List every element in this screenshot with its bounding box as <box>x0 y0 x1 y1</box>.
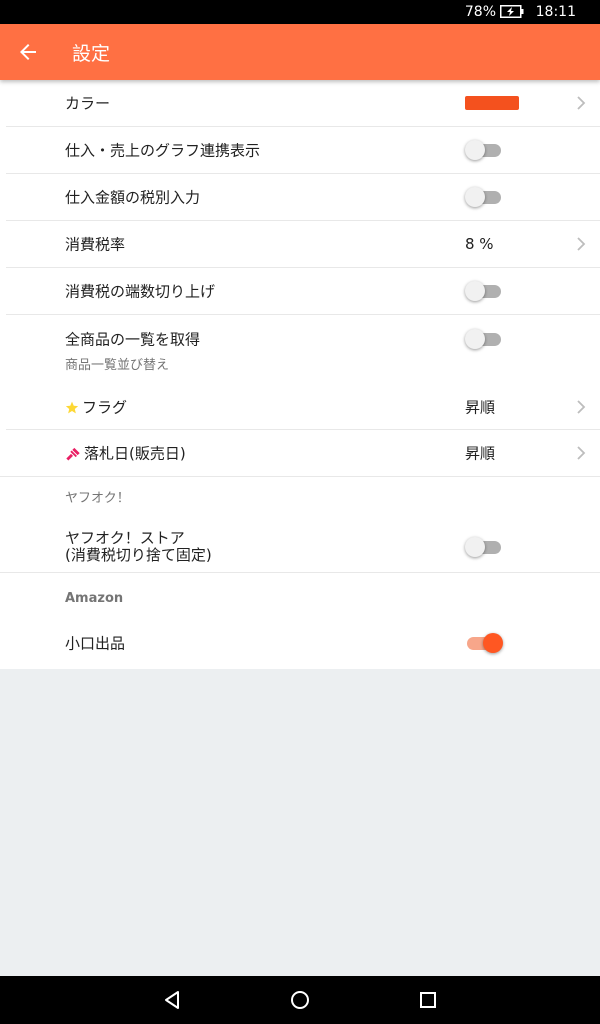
chevron-right-icon <box>577 237 586 251</box>
setting-tax-rate-label: 消費税率 <box>65 235 126 254</box>
setting-color[interactable]: カラー <box>6 80 600 127</box>
nav-home-icon[interactable] <box>288 988 312 1012</box>
status-bar: 78% 18:11 <box>0 0 600 24</box>
sort-flag[interactable]: フラグ 昇順 <box>6 384 600 430</box>
tax-rate-value: 8 % <box>465 235 494 253</box>
setting-all-products[interactable]: 全商品の一覧を取得 <box>6 315 600 362</box>
arrow-back-icon <box>20 44 36 60</box>
navigation-bar <box>0 976 600 1024</box>
chevron-right-icon <box>577 96 586 110</box>
yahoo-store-label-line1: ヤフオク！ストア <box>65 528 185 547</box>
amazon-small-lot-label: 小口出品 <box>65 634 126 653</box>
setting-tax-excluded[interactable]: 仕入金額の税別入力 <box>6 174 600 221</box>
sort-flag-value: 昇順 <box>465 398 496 416</box>
battery-charging-icon <box>500 5 524 18</box>
nav-recents-icon[interactable] <box>416 988 440 1012</box>
settings-list: カラー 仕入・売上のグラフ連携表示 仕入金額の税別入力 消費税率 8 % 消費税… <box>0 80 600 669</box>
color-swatch <box>465 96 519 110</box>
setting-graph-link[interactable]: 仕入・売上のグラフ連携表示 <box>6 127 600 174</box>
section-header-amazon: Amazon <box>65 591 124 606</box>
amazon-small-lot[interactable]: 小口出品 <box>0 617 600 669</box>
chevron-right-icon <box>577 446 586 460</box>
setting-graph-link-label: 仕入・売上のグラフ連携表示 <box>65 141 261 160</box>
sort-flag-text: フラグ <box>82 398 128 416</box>
star-icon <box>65 401 79 414</box>
status-time: 18:11 <box>535 4 576 20</box>
app-bar: 設定 <box>0 24 600 80</box>
yahoo-store-label-line2: (消費税切り捨て固定) <box>65 545 212 564</box>
back-button[interactable] <box>8 32 48 72</box>
screen: 78% 18:11 設定 カラー 仕入・売上のグラフ連携表示 仕入金額の税別入力 <box>0 0 600 1024</box>
setting-tax-rate[interactable]: 消費税率 8 % <box>6 221 600 268</box>
all-products-toggle[interactable] <box>465 328 503 350</box>
setting-tax-excluded-label: 仕入金額の税別入力 <box>65 188 201 207</box>
sort-auction-date-value: 昇順 <box>465 444 496 463</box>
setting-tax-roundup[interactable]: 消費税の端数切り上げ <box>6 268 600 315</box>
yahoo-store-toggle[interactable] <box>465 536 503 558</box>
yahoo-store-label: ヤフオク！ストア (消費税切り捨て固定) <box>65 528 212 564</box>
setting-tax-roundup-label: 消費税の端数切り上げ <box>65 282 216 301</box>
nav-back-icon[interactable] <box>160 988 184 1012</box>
chevron-right-icon <box>577 399 586 414</box>
sort-auction-date-text: 落札日(販売日) <box>84 444 186 463</box>
section-header-sort: 商品一覧並び替え <box>65 358 170 373</box>
sort-auction-date-label: 落札日(販売日) <box>65 443 186 464</box>
gavel-icon <box>66 447 80 460</box>
setting-all-products-label: 全商品の一覧を取得 <box>65 330 201 348</box>
amazon-small-lot-toggle[interactable] <box>465 632 503 654</box>
tax-roundup-toggle[interactable] <box>465 280 503 302</box>
sort-auction-date[interactable]: 落札日(販売日) 昇順 <box>0 430 600 477</box>
battery-percent: 78% <box>464 4 496 20</box>
sort-flag-label: フラグ <box>65 396 127 417</box>
graph-link-toggle[interactable] <box>465 139 503 161</box>
setting-color-label: カラー <box>65 94 111 113</box>
yahoo-store[interactable]: ヤフオク！ストア (消費税切り捨て固定) <box>0 521 600 573</box>
tax-excluded-toggle[interactable] <box>465 186 503 208</box>
section-header-yahoo: ヤフオク！ <box>65 491 130 506</box>
page-title: 設定 <box>72 43 111 65</box>
